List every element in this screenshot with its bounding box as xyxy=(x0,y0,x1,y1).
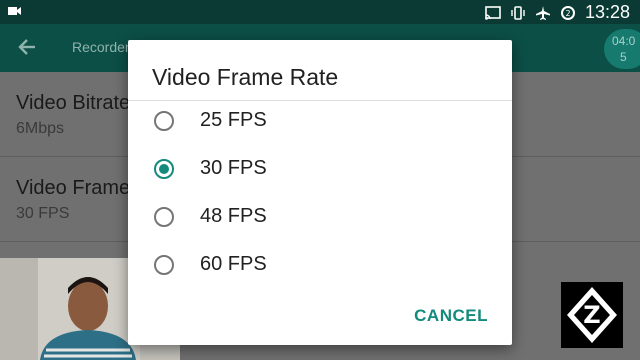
svg-text:2: 2 xyxy=(565,9,570,18)
arrow-back-icon[interactable] xyxy=(16,36,38,58)
option-48-fps[interactable]: 48 FPS xyxy=(128,193,512,241)
setting-title: Video Bitrate xyxy=(16,92,131,114)
status-bar: 2 13:28 xyxy=(0,0,640,24)
option-label: 30 FPS xyxy=(200,157,267,179)
radio-unchecked-icon[interactable] xyxy=(154,207,174,227)
option-25-fps[interactable]: 25 FPS xyxy=(128,97,512,145)
radio-unchecked-icon[interactable] xyxy=(154,111,174,131)
channel-logo: Z xyxy=(561,282,623,348)
option-label: 48 FPS xyxy=(200,205,267,227)
videocam-icon xyxy=(8,4,22,18)
cancel-button[interactable]: CANCEL xyxy=(414,306,488,326)
option-30-fps[interactable]: 30 FPS xyxy=(128,145,512,193)
airplane-mode-icon xyxy=(535,5,551,21)
option-label: 60 FPS xyxy=(200,253,267,275)
status-time: 13:28 xyxy=(584,2,630,22)
setting-summary: 6Mbps xyxy=(16,120,65,137)
timer-seconds: 5 xyxy=(620,50,627,64)
option-60-fps[interactable]: 60 FPS xyxy=(128,241,512,289)
radio-checked-icon[interactable] xyxy=(154,159,174,179)
data-saver-icon: 2 xyxy=(560,5,576,21)
recording-timer[interactable]: 04:0 5 xyxy=(604,29,640,69)
dialog-title: Video Frame Rate xyxy=(152,64,339,90)
setting-title: Video Frame xyxy=(16,177,131,199)
cast-icon xyxy=(485,5,501,20)
frame-rate-dialog: Video Frame Rate 25 FPS 30 FPS 48 FPS 60… xyxy=(128,40,512,345)
vibrate-icon xyxy=(510,5,526,20)
app-title: Recorder xyxy=(72,39,130,55)
radio-unchecked-icon[interactable] xyxy=(154,255,174,275)
logo-letter: Z xyxy=(583,301,600,329)
setting-summary: 30 FPS xyxy=(16,205,70,222)
timer-minutes: 04:0 xyxy=(612,34,636,48)
option-label: 25 FPS xyxy=(200,109,267,131)
